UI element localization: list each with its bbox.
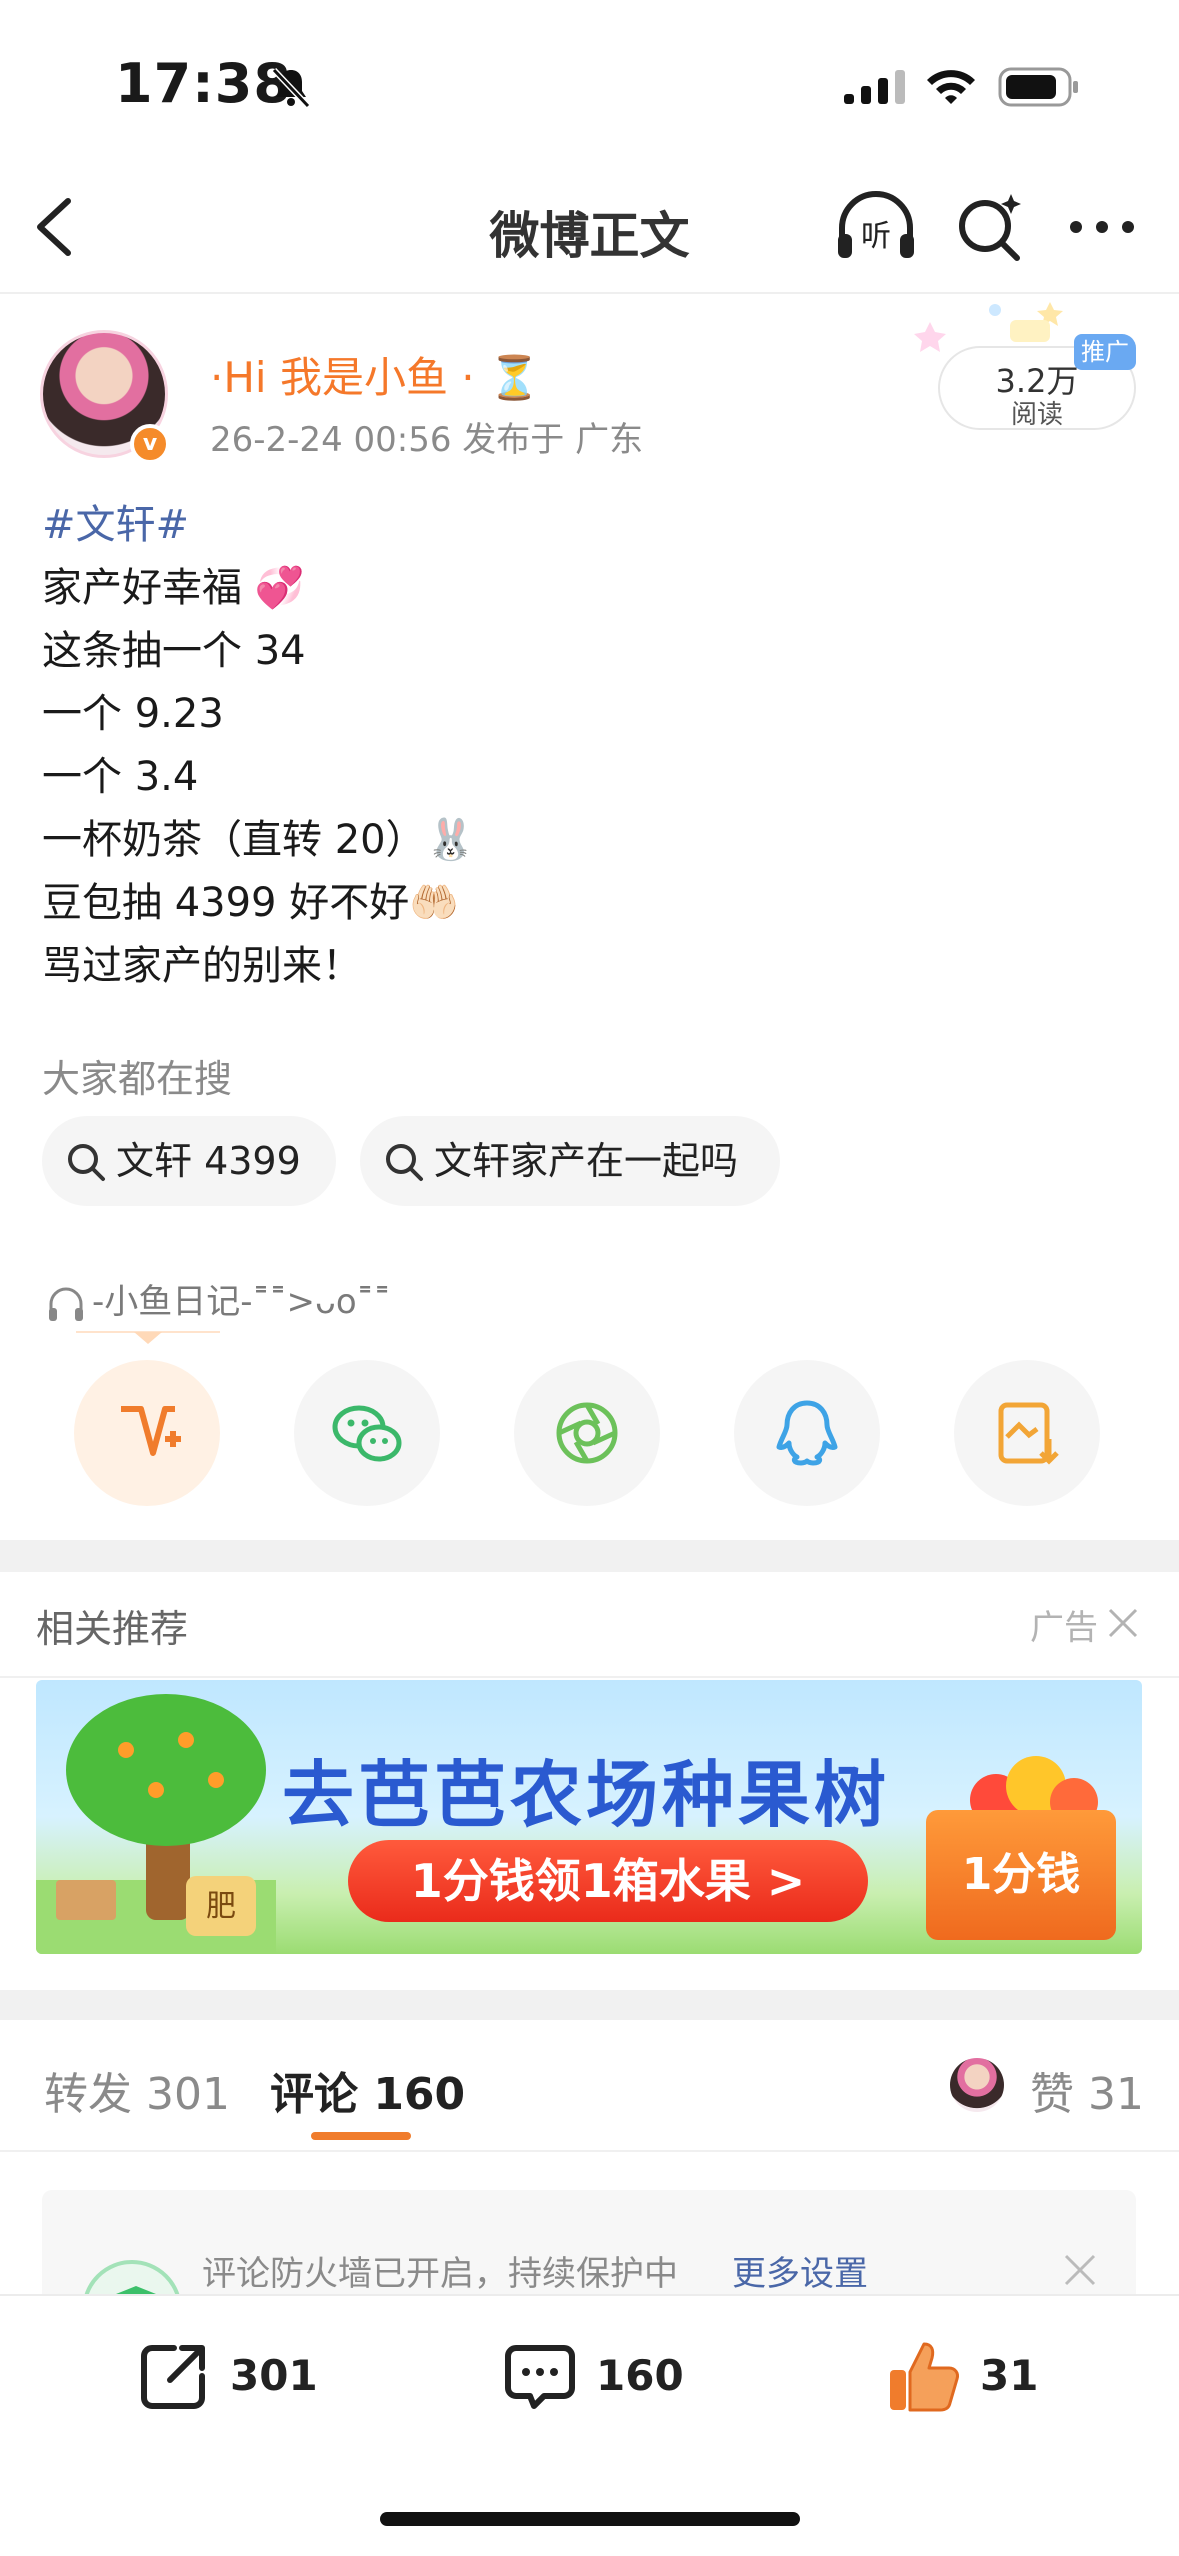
status-time: 17:38 [115,52,292,115]
ad-banner[interactable]: 肥 去芭芭农场种果树 1分钱领1箱水果 > 1分钱 [36,1680,1142,1954]
headphones-icon [49,1287,83,1321]
close-icon[interactable] [1062,2252,1098,2288]
wechat-icon [332,1405,402,1462]
search-chip[interactable]: 文轩家产在一起吗 [360,1116,780,1206]
thumbs-up-icon [890,2342,959,2412]
repost-button[interactable]: 301 [134,2336,334,2416]
search-sparkle-icon[interactable] [955,190,1025,264]
share-to-qq-button[interactable] [734,1360,880,1506]
bell-muted-icon [271,67,311,109]
search-chip[interactable]: 文轩 4399 [42,1116,336,1206]
author-name[interactable]: ·Hi 我是小鱼 · ⏳ [210,344,540,405]
fruit-tree-illustration: 肥 [36,1694,276,1954]
audio-track-label: -小鱼日记-˭˭>ᴗo˭˭ [92,1282,391,1322]
post-content: #文轩# 家产好幸福 💞 这条抽一个 34 一个 9.23 一个 3.4 一杯奶… [42,494,475,998]
post-line: 一个 9.23 [42,691,224,737]
pointer-arrow [76,1331,220,1344]
qq-penguin-icon [776,1400,838,1466]
save-image-icon [998,1402,1059,1465]
save-image-button[interactable] [954,1360,1100,1506]
home-indicator [380,2512,800,2526]
tab-repost[interactable]: 转发 301 [44,2058,230,2122]
tab-divider [0,2150,1179,2152]
firewall-text: 评论防火墙已开启，持续保护中 [202,2254,678,2294]
share-to-weibo-button[interactable] [74,1360,220,1506]
search-chip-label: 文轩家产在一起吗 [434,1139,739,1183]
like-count: 31 [980,2351,1039,2400]
fertilizer-bag-label: 肥 [206,1889,236,1924]
share-to-moments-button[interactable] [514,1360,660,1506]
weibo-repost-icon [121,1406,181,1456]
more-options-icon[interactable] [1066,212,1138,242]
banner-crate-label: 1分钱 [926,1810,1116,1940]
decorative-stars [914,302,1063,352]
liker-avatar [950,2058,1004,2112]
moments-aperture-icon [556,1402,618,1464]
promo-tag: 推广 [1074,334,1136,370]
post-line: 这条抽一个 34 [42,628,306,674]
post-line: 骂过家产的别来！ [42,943,362,989]
post-line: 豆包抽 4399 好不好🤲🏻 [42,880,460,926]
comment-bubble-icon [505,2345,575,2409]
recommend-divider [0,1676,1179,1678]
trending-search-label: 大家都在搜 [42,1057,233,1101]
tab-comment[interactable]: 评论 160 [270,2058,465,2122]
post-line: 一个 3.4 [42,754,199,800]
ad-label: 广告 [1030,1608,1098,1648]
tab-like[interactable]: 赞 31 [1030,2058,1144,2122]
section-gap [0,1990,1179,2020]
search-icon [386,1144,423,1181]
repost-count: 301 [230,2351,318,2400]
more-settings-link[interactable]: 更多设置 [732,2246,868,2295]
repost-icon [141,2345,205,2409]
svg-text:听: 听 [861,219,891,254]
post-hashtag[interactable]: #文轩# [42,494,475,557]
section-gap [0,1540,1179,1572]
battery-icon [998,67,1078,107]
read-label: 阅读 [1010,400,1063,430]
related-recommend-title: 相关推荐 [36,1607,189,1651]
post-line: 家产好幸福 💞 [42,565,305,611]
cellular-signal-icon [844,70,905,104]
wifi-icon [927,70,975,104]
post-meta: 26-2-24 00:56 发布于 广东 [210,420,644,460]
comment-button[interactable]: 160 [500,2336,700,2416]
close-ad-icon[interactable] [1106,1606,1140,1640]
banner-cta-button[interactable]: 1分钱领1箱水果 > [348,1840,868,1922]
share-to-wechat-button[interactable] [294,1360,440,1506]
audio-track[interactable]: -小鱼日记-˭˭>ᴗo˭˭ [46,1274,391,1324]
comment-count: 160 [596,2351,684,2400]
banner-title: 去芭芭农场种果树 [282,1753,891,1837]
like-button[interactable]: 31 [884,2336,1084,2416]
listen-headphones-icon[interactable]: 听 [834,188,918,264]
search-icon [68,1144,105,1181]
verified-badge-icon: v [130,424,170,464]
search-chip-label: 文轩 4399 [116,1139,301,1183]
active-tab-indicator [311,2132,411,2140]
post-line: 一杯奶茶（直转 20）🐰 [42,817,476,863]
